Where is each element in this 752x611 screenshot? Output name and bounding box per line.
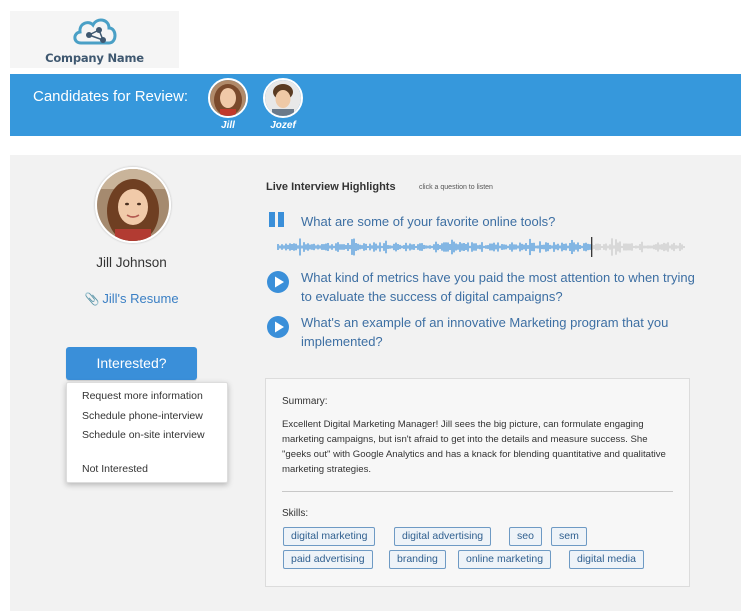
question-text[interactable]: What kind of metrics have you paid the m…: [301, 268, 696, 306]
menu-item-request-info[interactable]: Request more information: [82, 390, 203, 402]
question-2[interactable]: What kind of metrics have you paid the m…: [266, 268, 706, 308]
skill-tag[interactable]: branding: [389, 550, 446, 569]
interested-dropdown-menu: Request more information Schedule phone-…: [66, 382, 228, 483]
company-logo: Company Name: [10, 11, 179, 68]
skill-tag[interactable]: paid advertising: [283, 550, 373, 569]
skill-tag[interactable]: digital marketing: [283, 527, 376, 546]
candidate-jill[interactable]: Jill: [208, 78, 248, 131]
skill-tag[interactable]: sem: [551, 527, 587, 546]
question-text[interactable]: What are some of your favorite online to…: [301, 212, 696, 231]
skills-label: Skills:: [282, 508, 309, 519]
question-3[interactable]: What's an example of an innovative Marke…: [266, 313, 706, 353]
question-text[interactable]: What's an example of an innovative Marke…: [301, 313, 696, 351]
menu-item-schedule-onsite[interactable]: Schedule on-site interview: [82, 429, 205, 441]
highlights-hint: click a question to listen: [419, 184, 493, 191]
highlights-title: Live Interview Highlights: [266, 181, 396, 193]
candidate-jozef[interactable]: Jozef: [263, 78, 303, 131]
paperclip-icon: 📎: [84, 292, 100, 306]
summary-text: Excellent Digital Marketing Manager! Jil…: [282, 419, 666, 475]
skill-tag[interactable]: online marketing: [458, 550, 552, 569]
divider: [282, 491, 673, 492]
summary-card: Summary: Excellent Digital Marketing Man…: [265, 378, 690, 587]
avatar: [263, 78, 303, 118]
banner-title: Candidates for Review:: [33, 88, 189, 105]
candidate-name: Jozef: [270, 120, 296, 131]
summary-label: Summary:: [282, 396, 328, 407]
skill-tag[interactable]: digital advertising: [394, 527, 492, 546]
audio-waveform[interactable]: [276, 237, 700, 257]
skill-tag[interactable]: digital media: [569, 550, 644, 569]
interested-button[interactable]: Interested?: [66, 347, 197, 380]
menu-item-not-interested[interactable]: Not Interested: [82, 463, 148, 475]
play-icon[interactable]: [266, 315, 290, 339]
company-name: Company Name: [45, 51, 144, 65]
candidates-banner: Candidates for Review: Jill Jozef: [10, 74, 741, 136]
resume-link-label: Jill's Resume: [102, 291, 179, 306]
candidate-full-name: Jill Johnson: [96, 255, 167, 270]
avatar: [208, 78, 248, 118]
cloud-network-icon: [73, 18, 117, 45]
menu-item-schedule-phone[interactable]: Schedule phone-interview: [82, 410, 203, 422]
profile-photo: [95, 167, 171, 243]
play-icon[interactable]: [266, 270, 290, 294]
skill-tag[interactable]: seo: [509, 527, 542, 546]
candidate-name: Jill: [221, 120, 235, 131]
candidate-panel: Jill Johnson 📎 Jill's Resume Interested? …: [10, 155, 741, 611]
pause-icon[interactable]: [266, 211, 290, 233]
resume-link[interactable]: 📎 Jill's Resume: [10, 291, 253, 306]
question-1[interactable]: What are some of your favorite online to…: [266, 211, 706, 235]
